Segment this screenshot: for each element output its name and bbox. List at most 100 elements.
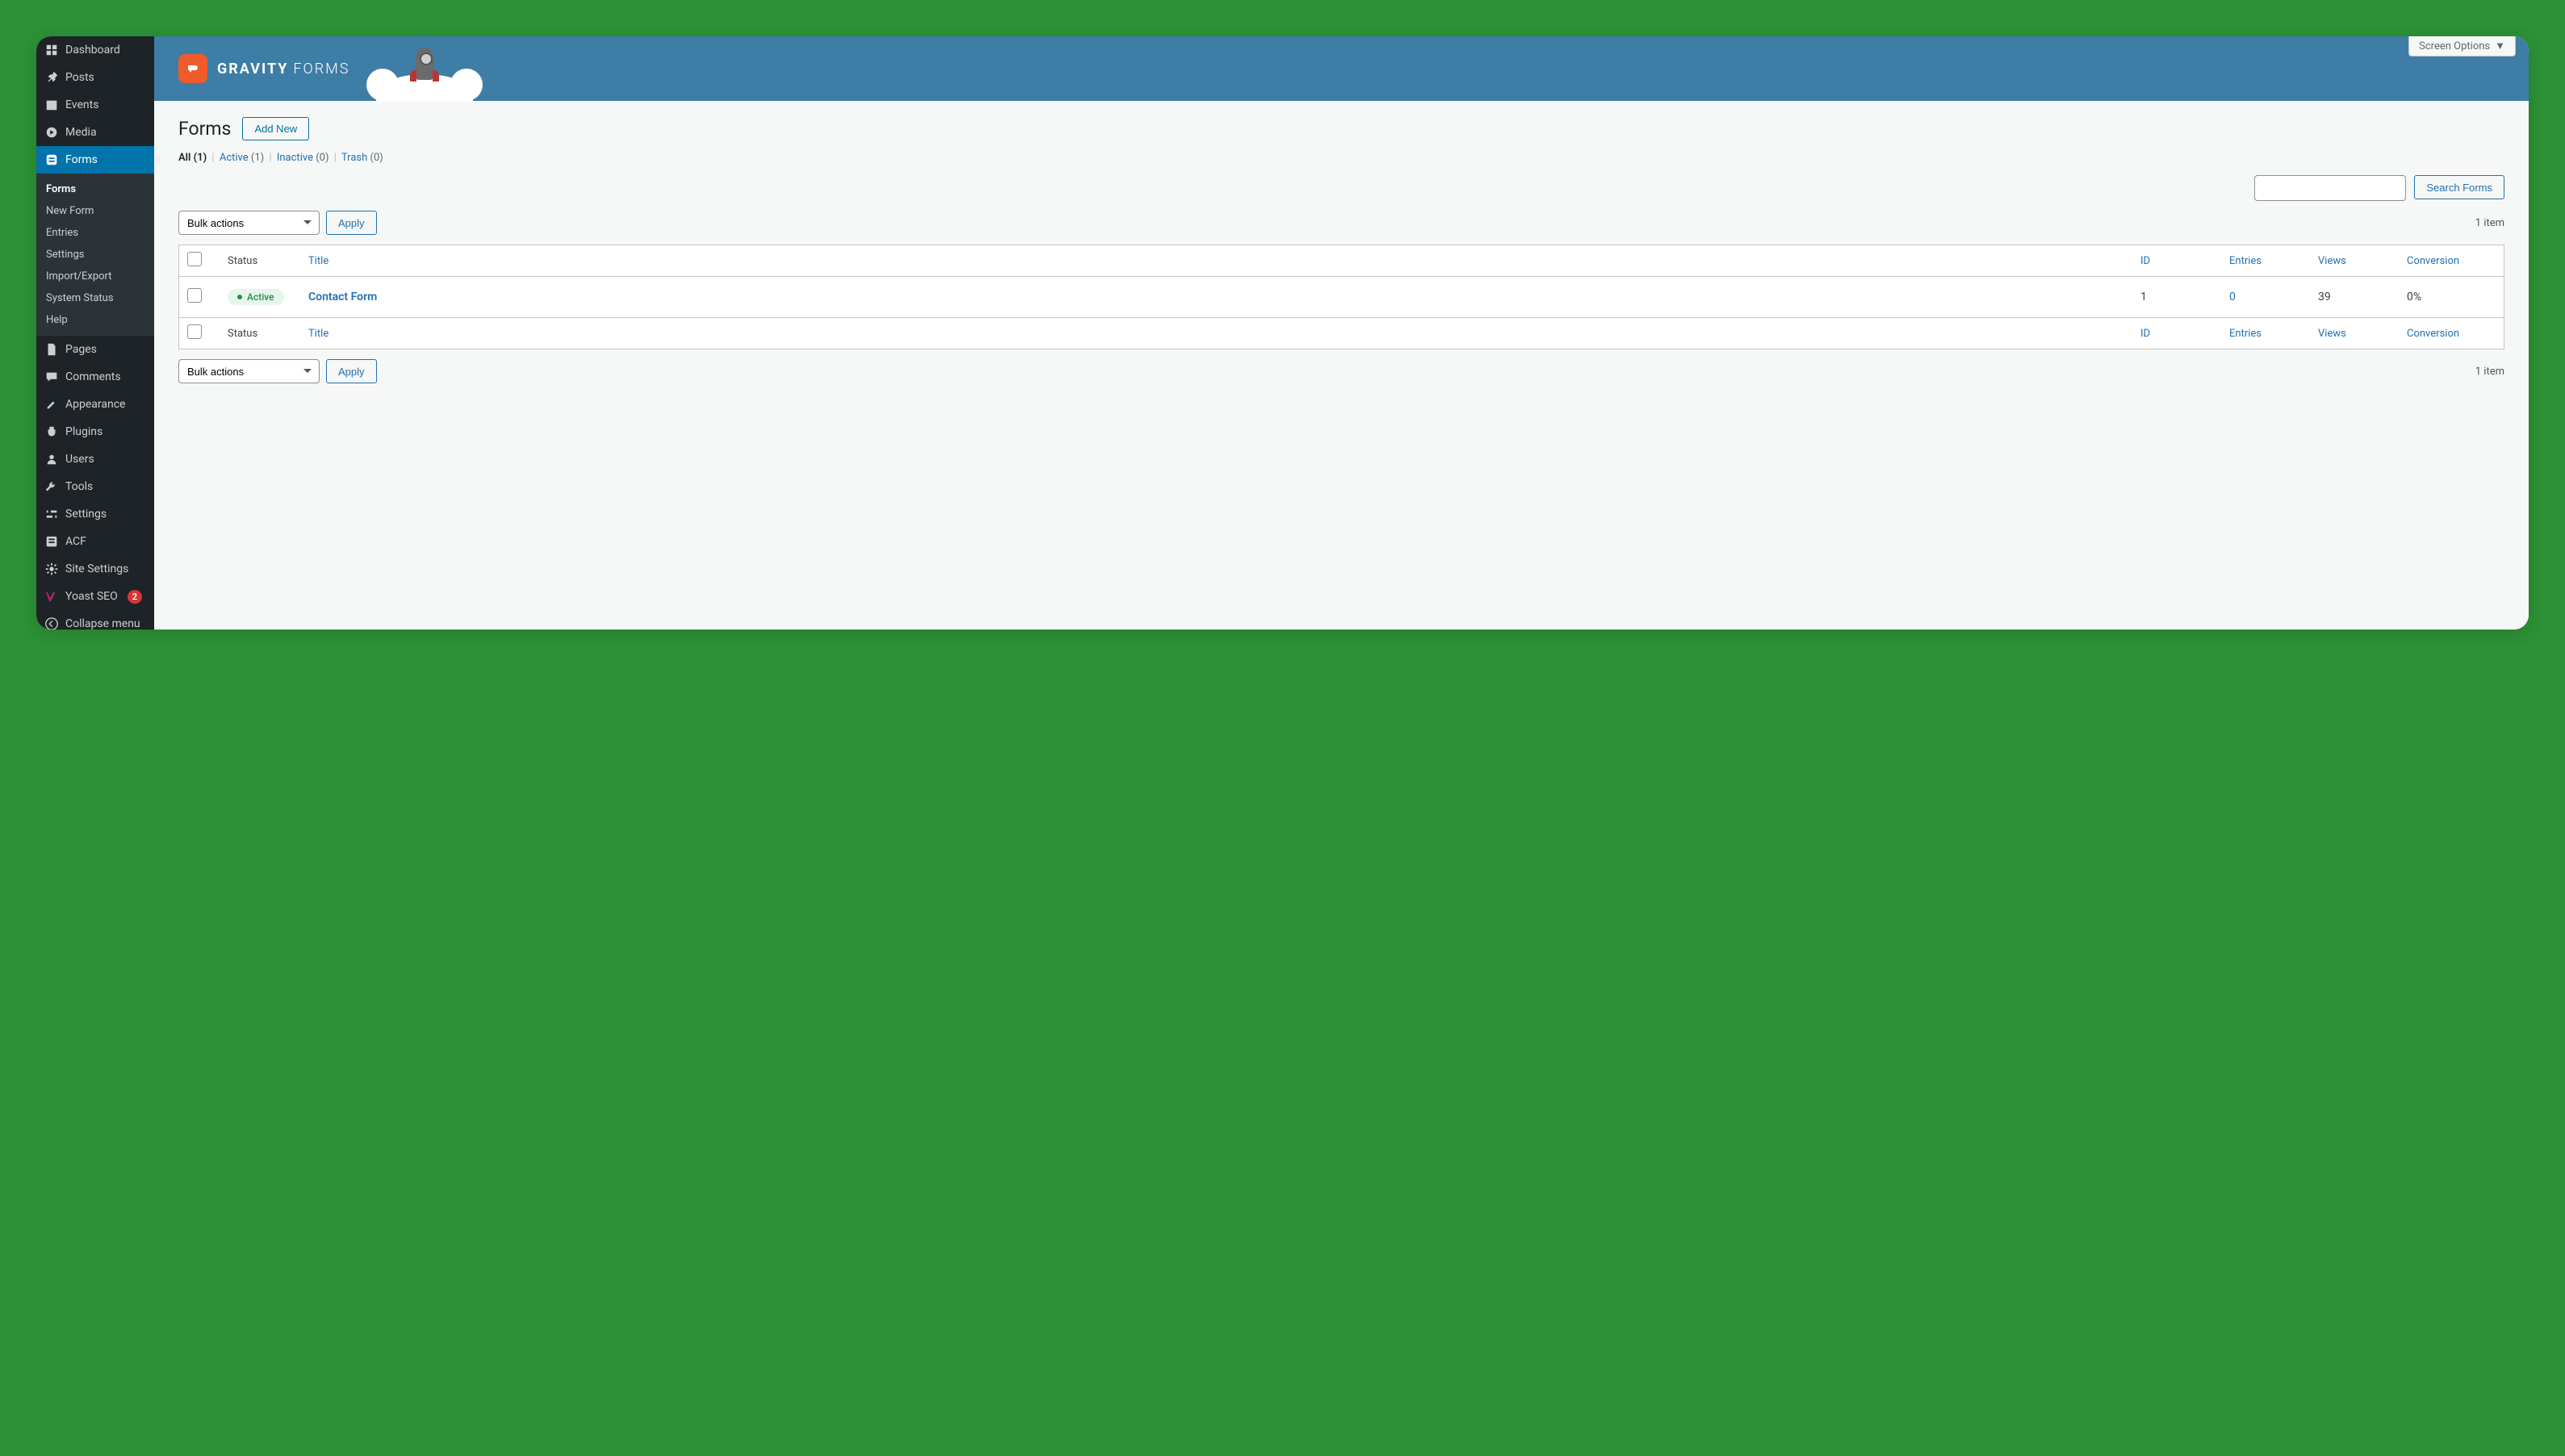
forms-table: Status Title ID Entries Views Conversion… <box>178 245 2504 349</box>
sidebar-label: Dashboard <box>65 44 120 56</box>
app-window: Dashboard Posts Events Media Forms Forms… <box>36 36 2529 630</box>
sidebar-label: Posts <box>65 71 94 84</box>
sidebar-label: Appearance <box>65 398 125 411</box>
submenu-item-system-status[interactable]: System Status <box>36 287 154 309</box>
admin-sidebar: Dashboard Posts Events Media Forms Forms… <box>36 36 154 630</box>
select-all-checkbox-bottom[interactable] <box>187 324 202 339</box>
table-footer-row: Status Title ID Entries Views Conversion <box>179 318 2504 349</box>
gear-icon <box>44 562 59 576</box>
bulk-actions-select[interactable]: Bulk actions <box>178 211 320 235</box>
sidebar-label: Site Settings <box>65 563 128 575</box>
submenu-item-entries[interactable]: Entries <box>36 222 154 244</box>
brand-logo-block: GRAVITY FORMS <box>178 54 349 83</box>
brand-word-2: FORMS <box>293 61 349 77</box>
apply-button-top[interactable]: Apply <box>326 211 377 235</box>
sidebar-item-dashboard[interactable]: Dashboard <box>36 36 154 64</box>
sidebar-label: Yoast SEO <box>65 590 118 603</box>
cell-entries-link[interactable]: 0 <box>2229 291 2236 303</box>
page-title: Forms <box>178 118 231 140</box>
sidebar-submenu: Forms New Form Entries Settings Import/E… <box>36 174 154 336</box>
item-count-bottom: 1 item <box>2475 366 2504 378</box>
col-title[interactable]: Title <box>300 245 2132 277</box>
pages-icon <box>44 342 59 357</box>
collapse-menu-button[interactable]: Collapse menu <box>36 610 154 630</box>
submenu-item-forms[interactable]: Forms <box>36 178 154 200</box>
sidebar-item-comments[interactable]: Comments <box>36 363 154 391</box>
bulk-actions-select-bottom[interactable]: Bulk actions <box>178 359 320 383</box>
sidebar-item-media[interactable]: Media <box>36 119 154 146</box>
col-conversion-f[interactable]: Conversion <box>2399 318 2504 349</box>
sidebar-item-pages[interactable]: Pages <box>36 336 154 363</box>
settings-icon <box>44 507 59 521</box>
sidebar-item-posts[interactable]: Posts <box>36 64 154 91</box>
collapse-icon <box>44 617 59 630</box>
acf-icon <box>44 534 59 549</box>
dashboard-icon <box>44 43 59 57</box>
sidebar-item-events[interactable]: Events <box>36 91 154 119</box>
form-title-link[interactable]: Contact Form <box>308 291 377 303</box>
sidebar-item-acf[interactable]: ACF <box>36 528 154 555</box>
table-header-row: Status Title ID Entries Views Conversion <box>179 245 2504 277</box>
sidebar-label: Tools <box>65 480 93 493</box>
cell-views: 39 <box>2310 277 2399 318</box>
sidebar-item-site-settings[interactable]: Site Settings <box>36 555 154 583</box>
submenu-item-import-export[interactable]: Import/Export <box>36 266 154 287</box>
col-entries[interactable]: Entries <box>2221 245 2310 277</box>
users-icon <box>44 452 59 467</box>
sidebar-label: Comments <box>65 370 121 383</box>
sidebar-label: Events <box>65 98 98 111</box>
sidebar-item-forms[interactable]: Forms <box>36 146 154 174</box>
cell-conversion: 0% <box>2399 277 2504 318</box>
submenu-item-settings[interactable]: Settings <box>36 244 154 266</box>
sidebar-item-plugins[interactable]: Plugins <box>36 418 154 446</box>
sidebar-item-appearance[interactable]: Appearance <box>36 391 154 418</box>
main-content: GRAVITY FORMS Screen Options ▼ Forms Add… <box>154 36 2529 630</box>
calendar-icon <box>44 98 59 112</box>
col-views-f[interactable]: Views <box>2310 318 2399 349</box>
sidebar-item-users[interactable]: Users <box>36 446 154 473</box>
sidebar-label: ACF <box>65 535 86 548</box>
search-row: Search Forms <box>178 175 2504 201</box>
sidebar-label: Settings <box>65 508 107 521</box>
col-status: Status <box>220 245 300 277</box>
media-icon <box>44 125 59 140</box>
sidebar-item-settings[interactable]: Settings <box>36 500 154 528</box>
sidebar-item-yoast[interactable]: Yoast SEO 2 <box>36 583 154 610</box>
apply-button-bottom[interactable]: Apply <box>326 359 377 383</box>
search-button[interactable]: Search Forms <box>2414 175 2504 199</box>
sidebar-label: Users <box>65 453 94 466</box>
select-all-checkbox-top[interactable] <box>187 252 202 266</box>
filter-all[interactable]: All (1) <box>178 152 209 164</box>
col-title-f[interactable]: Title <box>300 318 2132 349</box>
brand-mark-icon <box>178 54 207 83</box>
col-id[interactable]: ID <box>2132 245 2221 277</box>
col-conversion[interactable]: Conversion <box>2399 245 2504 277</box>
filter-active[interactable]: Active (1) <box>220 152 267 164</box>
row-checkbox[interactable] <box>187 288 202 303</box>
submenu-item-help[interactable]: Help <box>36 309 154 331</box>
sidebar-label: Forms <box>65 153 98 166</box>
plugins-icon <box>44 425 59 439</box>
col-id-f[interactable]: ID <box>2132 318 2221 349</box>
content-area: Forms Add New All (1) | Active (1) | Ina… <box>154 101 2529 409</box>
add-new-button[interactable]: Add New <box>242 117 309 140</box>
comments-icon <box>44 370 59 384</box>
screen-options-toggle[interactable]: Screen Options ▼ <box>2408 36 2516 56</box>
brand-text: GRAVITY FORMS <box>217 61 349 77</box>
submenu-item-new-form[interactable]: New Form <box>36 200 154 222</box>
status-badge[interactable]: Active <box>228 289 284 305</box>
filter-inactive[interactable]: Inactive (0) <box>277 152 332 164</box>
col-entries-f[interactable]: Entries <box>2221 318 2310 349</box>
sidebar-item-tools[interactable]: Tools <box>36 473 154 500</box>
col-views[interactable]: Views <box>2310 245 2399 277</box>
chevron-down-icon: ▼ <box>2495 40 2505 52</box>
forms-icon <box>44 153 59 167</box>
rocket-illustration <box>376 36 473 101</box>
yoast-icon <box>44 589 59 604</box>
search-input[interactable] <box>2254 175 2406 201</box>
bottom-toolbar: Bulk actions Apply 1 item <box>178 359 2504 383</box>
sidebar-label: Plugins <box>65 425 103 438</box>
page-header: Forms Add New <box>178 117 2504 140</box>
cell-id: 1 <box>2132 277 2221 318</box>
filter-trash[interactable]: Trash (0) <box>341 152 383 164</box>
